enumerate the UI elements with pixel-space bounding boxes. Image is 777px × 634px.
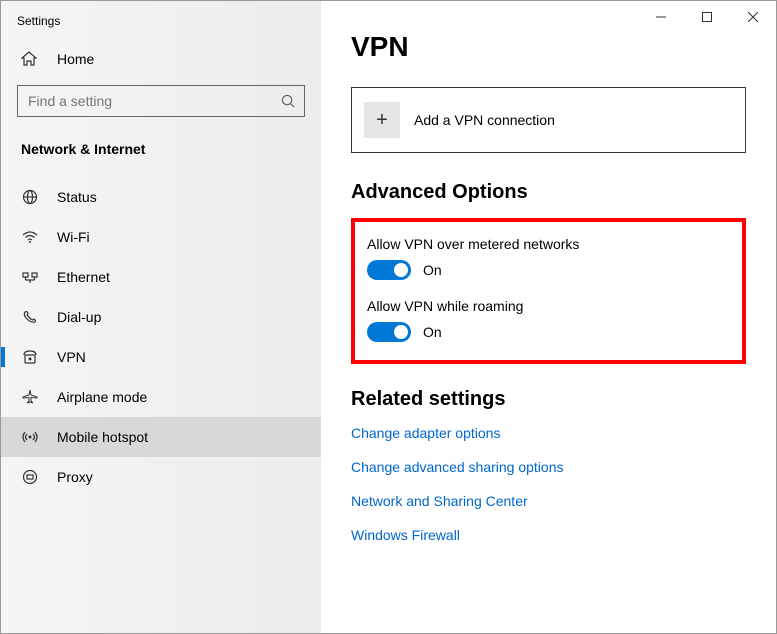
search-input-container[interactable] — [17, 85, 305, 117]
home-nav[interactable]: Home — [1, 41, 321, 77]
plus-icon: + — [364, 102, 400, 138]
advanced-options-heading: Advanced Options — [351, 181, 746, 204]
main-panel: VPN + Add a VPN connection Advanced Opti… — [321, 1, 776, 633]
sidebar-item-wifi[interactable]: Wi-Fi — [1, 217, 321, 257]
ethernet-icon — [21, 269, 39, 285]
add-vpn-label: Add a VPN connection — [414, 112, 555, 128]
vpn-icon — [21, 349, 39, 365]
link-adapter-options[interactable]: Change adapter options — [351, 425, 746, 441]
maximize-button[interactable] — [684, 1, 730, 33]
window-title: Settings — [1, 1, 321, 41]
advanced-options-highlight: Allow VPN over metered networks On Allow… — [351, 218, 746, 364]
link-sharing-options[interactable]: Change advanced sharing options — [351, 459, 746, 475]
sidebar-item-proxy[interactable]: Proxy — [1, 457, 321, 497]
toggle-roaming[interactable] — [367, 322, 411, 342]
airplane-icon — [21, 389, 39, 405]
sidebar-item-label: Wi-Fi — [57, 229, 90, 245]
close-button[interactable] — [730, 1, 776, 33]
related-settings-heading: Related settings — [351, 388, 746, 411]
sidebar-item-label: Ethernet — [57, 269, 110, 285]
minimize-button[interactable] — [638, 1, 684, 33]
page-title: VPN — [351, 31, 746, 63]
link-firewall[interactable]: Windows Firewall — [351, 527, 746, 543]
sidebar-item-label: Airplane mode — [57, 389, 147, 405]
sidebar-item-ethernet[interactable]: Ethernet — [1, 257, 321, 297]
search-icon — [272, 94, 304, 109]
add-vpn-button[interactable]: + Add a VPN connection — [351, 87, 746, 153]
sidebar-item-airplane[interactable]: Airplane mode — [1, 377, 321, 417]
toggle-label: Allow VPN while roaming — [367, 298, 730, 314]
proxy-icon — [21, 469, 39, 485]
toggle-metered[interactable] — [367, 260, 411, 280]
sidebar-item-label: Status — [57, 189, 97, 205]
dialup-icon — [21, 309, 39, 325]
sidebar-item-vpn[interactable]: VPN — [1, 337, 321, 377]
sidebar-item-status[interactable]: Status — [1, 177, 321, 217]
hotspot-icon — [21, 429, 39, 445]
home-label: Home — [57, 51, 94, 67]
sidebar-item-dialup[interactable]: Dial-up — [1, 297, 321, 337]
sidebar-item-label: Proxy — [57, 469, 93, 485]
sidebar-item-label: VPN — [57, 349, 86, 365]
toggle-state: On — [423, 262, 442, 278]
home-icon — [21, 51, 39, 67]
category-heading: Network & Internet — [1, 125, 321, 167]
toggle-label: Allow VPN over metered networks — [367, 236, 730, 252]
toggle-row-roaming: Allow VPN while roaming On — [367, 298, 730, 342]
window-controls — [638, 1, 776, 33]
search-input[interactable] — [18, 93, 272, 109]
wifi-icon — [21, 229, 39, 245]
link-network-center[interactable]: Network and Sharing Center — [351, 493, 746, 509]
related-links: Change adapter options Change advanced s… — [351, 425, 746, 543]
sidebar-item-hotspot[interactable]: Mobile hotspot — [1, 417, 321, 457]
sidebar-item-label: Dial-up — [57, 309, 101, 325]
status-icon — [21, 189, 39, 205]
toggle-row-metered: Allow VPN over metered networks On — [367, 236, 730, 280]
sidebar: Settings Home Network & Internet Status … — [1, 1, 321, 633]
sidebar-item-label: Mobile hotspot — [57, 429, 148, 445]
toggle-state: On — [423, 324, 442, 340]
nav-list: Status Wi-Fi Ethernet Dial-up VPN — [1, 177, 321, 497]
